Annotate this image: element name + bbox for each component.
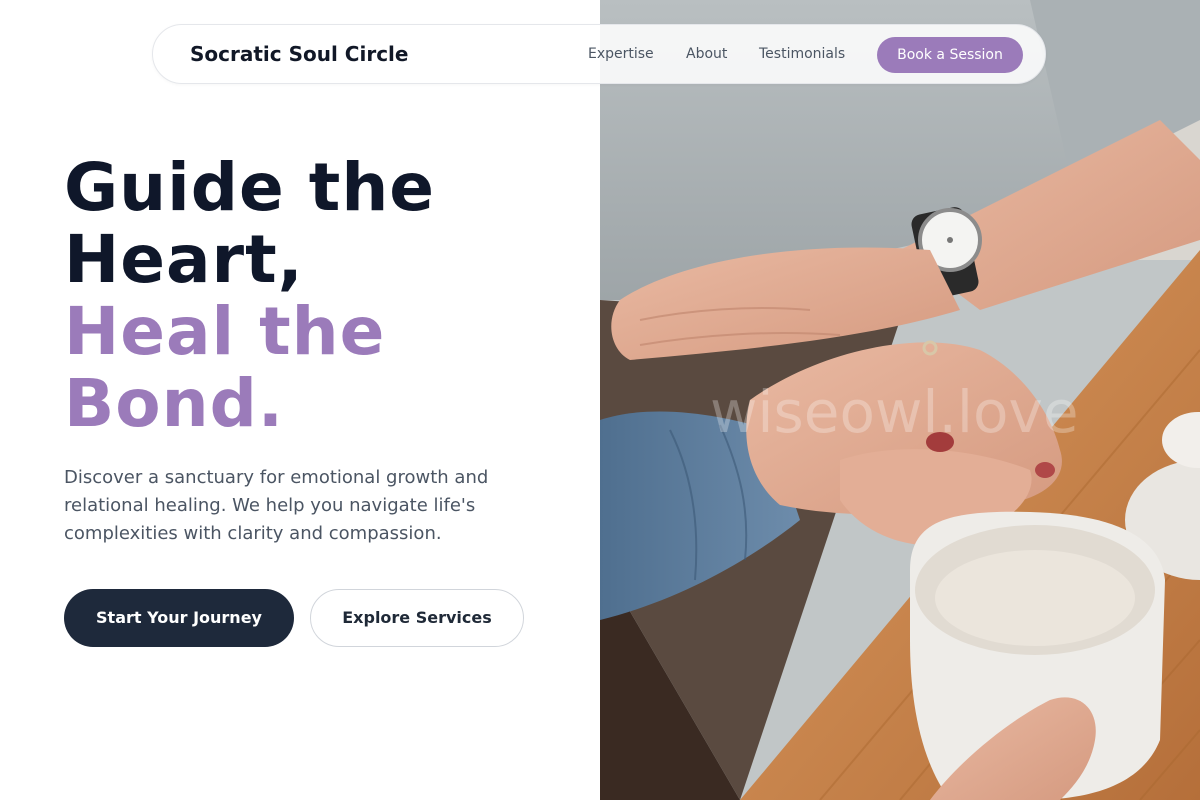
headline-line-4: Bond. — [64, 365, 284, 442]
hero-headline: Guide the Heart, Heal the Bond. — [64, 152, 584, 440]
hero-photo: wiseowl.love — [600, 0, 1200, 800]
headline-line-2: Heart, — [64, 221, 304, 298]
nav-link-testimonials[interactable]: Testimonials — [759, 46, 845, 62]
book-session-button[interactable]: Book a Session — [877, 37, 1023, 73]
nav-link-expertise[interactable]: Expertise — [588, 46, 654, 62]
brand-logo-text[interactable]: Socratic Soul Circle — [190, 42, 408, 66]
start-journey-button[interactable]: Start Your Journey — [64, 589, 294, 647]
nav-link-about[interactable]: About — [686, 46, 727, 62]
hero-description: Discover a sanctuary for emotional growt… — [64, 467, 489, 544]
headline-line-1: Guide the — [64, 149, 436, 226]
watermark-text: wiseowl.love — [710, 378, 1079, 446]
headline-line-3: Heal the — [64, 293, 386, 370]
top-navigation: Socratic Soul Circle Expertise About Tes… — [152, 24, 1046, 84]
explore-services-button[interactable]: Explore Services — [310, 589, 524, 647]
page: wiseowl.love Socratic Soul Circle Expert… — [0, 0, 1200, 800]
